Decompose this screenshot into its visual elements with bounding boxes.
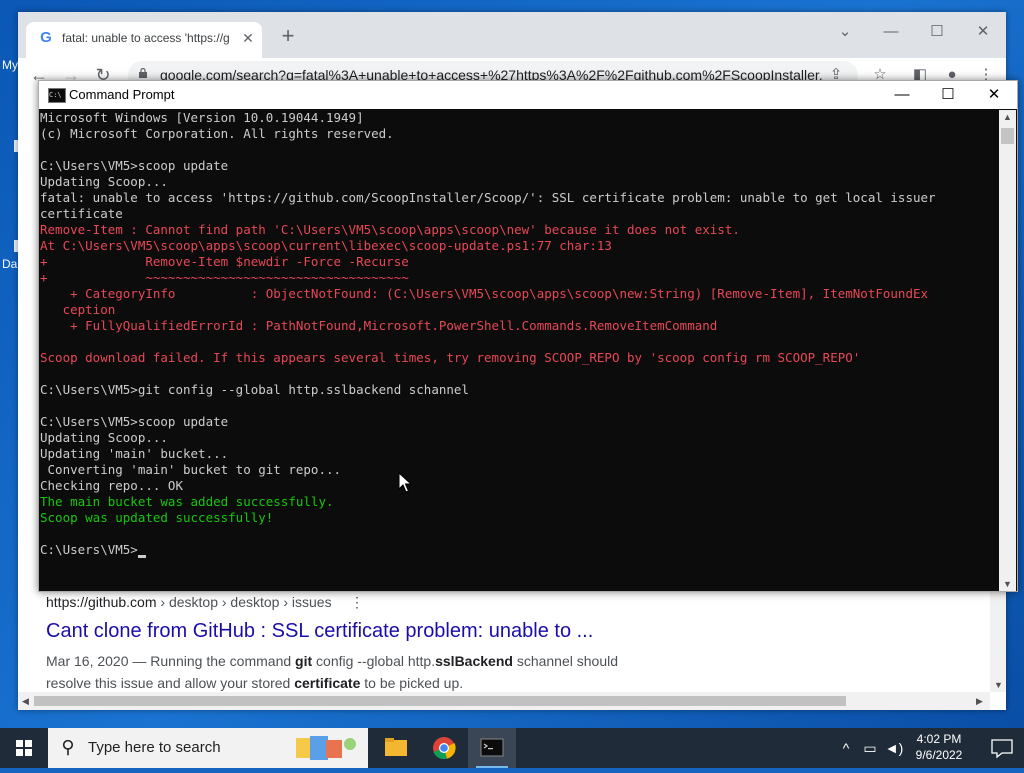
- cmd-scroll-down-icon[interactable]: ▼: [1003, 579, 1012, 589]
- search-placeholder: Type here to search: [88, 739, 221, 756]
- console-line: Scoop was updated successfully!: [40, 510, 274, 525]
- console-line: fatal: unable to access 'https://github.…: [40, 190, 936, 205]
- console-line: + FullyQualifiedErrorId : PathNotFound,M…: [40, 318, 718, 333]
- console-line: The main bucket was added successfully.: [40, 494, 334, 509]
- maximize-icon[interactable]: ☐: [914, 18, 960, 46]
- command-prompt-icon: [480, 738, 504, 757]
- result-title-link[interactable]: Cant clone from GitHub : SSL certificate…: [46, 620, 593, 643]
- taskbar: ⚲ Type here to search ^ ▭ ◄) 4:02 PM 9/6…: [0, 728, 1024, 768]
- cmd-vertical-scrollbar[interactable]: ▲ ▼: [999, 110, 1016, 591]
- console-output[interactable]: Microsoft Windows [Version 10.0.19044.19…: [39, 110, 999, 591]
- network-icon[interactable]: ▭: [860, 738, 880, 758]
- system-clock[interactable]: 4:02 PM 9/6/2022: [898, 731, 980, 763]
- console-line: Checking repo... OK: [40, 478, 183, 493]
- close-icon[interactable]: ✕: [960, 18, 1006, 46]
- tab-search-icon[interactable]: ⌄: [822, 18, 868, 46]
- cmd-scroll-up-icon[interactable]: ▲: [1003, 112, 1012, 122]
- desktop-icon-label[interactable]: My: [2, 58, 18, 72]
- console-line: C:\Users\VM5>scoop update: [40, 414, 229, 429]
- tab-title: fatal: unable to access 'https://github.…: [62, 31, 230, 45]
- console-line: + ~~~~~~~~~~~~~~~~~~~~~~~~~~~~~~~~~~~: [40, 270, 409, 285]
- console-line: Updating Scoop...: [40, 430, 168, 445]
- minimize-icon[interactable]: —: [868, 18, 914, 46]
- cmd-titlebar[interactable]: C:\ Command Prompt — ☐ ✕: [39, 81, 1017, 109]
- horizontal-scroll-thumb[interactable]: [34, 696, 846, 706]
- console-line: C:\Users\VM5>scoop update: [40, 158, 229, 173]
- search-highlight-illustration-icon: [296, 736, 356, 760]
- chrome-icon[interactable]: [420, 728, 468, 768]
- tab-close-icon[interactable]: ✕: [240, 30, 256, 46]
- desktop-icon-label[interactable]: Da: [2, 257, 17, 271]
- search-results: https://github.com › desktop › desktop ›…: [18, 590, 990, 692]
- cmd-maximize-icon[interactable]: ☐: [925, 81, 971, 109]
- search-icon: ⚲: [61, 737, 75, 757]
- cmd-close-icon[interactable]: ✕: [971, 81, 1017, 109]
- tab-strip: G fatal: unable to access 'https://githu…: [18, 12, 1006, 58]
- console-line: Converting 'main' bucket to git repo...: [40, 462, 342, 477]
- text-cursor: [137, 555, 146, 558]
- taskbar-command-prompt[interactable]: [468, 728, 516, 768]
- browser-tab[interactable]: G fatal: unable to access 'https://githu…: [26, 22, 262, 58]
- cmd-title: Command Prompt: [69, 87, 175, 102]
- console-line: certificate: [40, 206, 123, 221]
- tray-chevron-up-icon[interactable]: ^: [836, 738, 856, 758]
- console-line: At C:\Users\VM5\scoop\apps\scoop\current…: [40, 238, 612, 253]
- console-line: + Remove-Item $newdir -Force -Recurse: [40, 254, 409, 269]
- scroll-right-icon[interactable]: ▶: [976, 696, 983, 707]
- console-line: Scoop download failed. If this appears s…: [40, 350, 861, 365]
- scroll-left-icon[interactable]: ◀: [22, 696, 29, 707]
- start-windows-icon[interactable]: [0, 728, 48, 768]
- console-line: Microsoft Windows [Version 10.0.19044.19…: [40, 110, 364, 125]
- console-line: ception: [40, 302, 116, 317]
- result-more-icon[interactable]: ⋮: [350, 594, 364, 611]
- console-line: C:\Users\VM5>: [39, 542, 999, 558]
- console-line: Updating Scoop...: [40, 174, 168, 189]
- notification-center-icon[interactable]: [980, 728, 1024, 768]
- cmd-app-icon: C:\: [48, 88, 66, 103]
- page-horizontal-scrollbar[interactable]: ◀ ▶: [18, 692, 990, 710]
- clock-date: 9/6/2022: [915, 748, 963, 762]
- clock-time: 4:02 PM: [916, 732, 962, 746]
- taskbar-search-box[interactable]: ⚲ Type here to search: [48, 728, 368, 768]
- console-line: Updating 'main' bucket...: [40, 446, 229, 461]
- console-line: Remove-Item : Cannot find path 'C:\Users…: [40, 222, 740, 237]
- result-breadcrumb: › desktop › desktop › issues: [156, 594, 332, 610]
- cmd-scroll-thumb[interactable]: [1001, 128, 1014, 144]
- scroll-down-icon[interactable]: ▼: [994, 680, 1003, 690]
- new-tab-button[interactable]: +: [276, 25, 300, 50]
- result-domain: https://github.com: [46, 594, 157, 610]
- console-line: (c) Microsoft Corporation. All rights re…: [40, 126, 394, 141]
- google-favicon-icon: G: [40, 29, 52, 46]
- result-cite[interactable]: https://github.com › desktop › desktop ›…: [46, 594, 332, 610]
- command-prompt-window: C:\ Command Prompt — ☐ ✕ Microsoft Windo…: [38, 80, 1018, 592]
- result-snippet: Mar 16, 2020 — Running the command git c…: [46, 653, 619, 691]
- file-explorer-icon[interactable]: [372, 728, 420, 768]
- cmd-minimize-icon[interactable]: —: [879, 81, 925, 109]
- console-line: C:\Users\VM5>git config --global http.ss…: [40, 382, 469, 397]
- mouse-cursor-icon: [398, 472, 412, 493]
- console-line: + CategoryInfo : ObjectNotFound: (C:\Use…: [40, 286, 929, 301]
- lock-icon[interactable]: [138, 68, 148, 78]
